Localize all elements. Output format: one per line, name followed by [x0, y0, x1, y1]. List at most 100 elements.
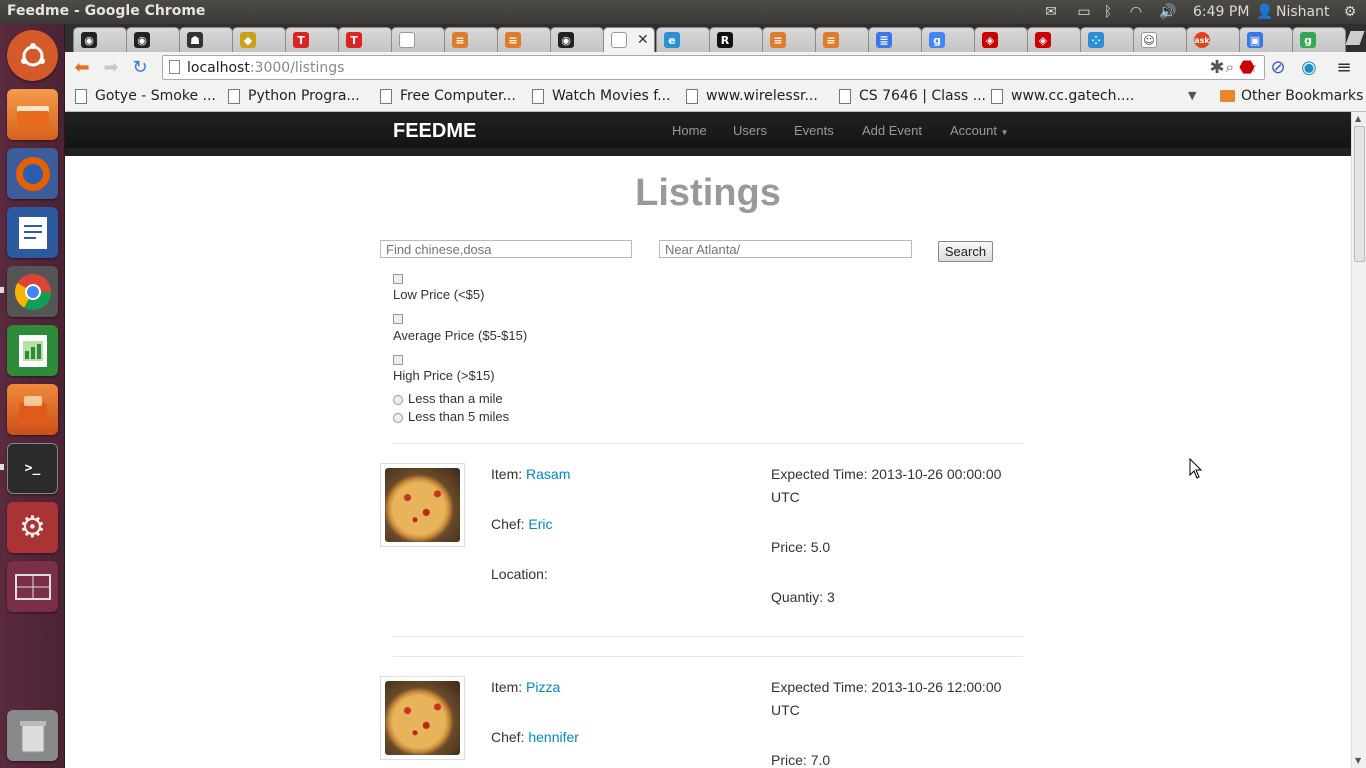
mouse-cursor-icon: [1189, 458, 1203, 479]
tab-active[interactable]: ✕: [603, 27, 655, 52]
chrome-icon[interactable]: [7, 266, 58, 317]
forward-button[interactable]: ➡: [99, 56, 123, 78]
page-icon: [686, 88, 698, 104]
listing-thumbnail[interactable]: [380, 463, 465, 547]
close-tab-icon[interactable]: ✕: [637, 32, 649, 48]
high-price-label: High Price (>$15): [393, 368, 495, 383]
tab-github-2[interactable]: ◉: [126, 27, 180, 52]
tab-6[interactable]: T: [338, 27, 392, 52]
tab-22[interactable]: ▣: [1239, 27, 1293, 52]
calc-icon[interactable]: [7, 325, 58, 376]
scroll-down-icon[interactable]: ▼: [1355, 756, 1361, 765]
nav-add-event[interactable]: Add Event: [862, 123, 922, 138]
listing-thumbnail[interactable]: [380, 676, 465, 760]
item-link[interactable]: Pizza: [526, 679, 560, 695]
reload-button[interactable]: ↻: [128, 56, 152, 78]
tab-23[interactable]: g: [1292, 27, 1346, 52]
back-button[interactable]: ⬅: [70, 56, 94, 78]
google-plus-icon: g: [1300, 32, 1316, 48]
chevron-down-icon[interactable]: ▼: [1188, 89, 1196, 102]
tab-20[interactable]: ☺: [1133, 27, 1187, 52]
files-icon[interactable]: [7, 89, 58, 140]
high-price-checkbox[interactable]: [393, 355, 403, 365]
tab-github-3[interactable]: ◉: [550, 27, 604, 52]
extension-bug-icon[interactable]: ✱: [1205, 56, 1229, 78]
scrollbar-thumb[interactable]: [1354, 126, 1365, 262]
tab-18[interactable]: ◈: [1027, 27, 1081, 52]
folder-icon: [1220, 90, 1235, 102]
session-gear-icon[interactable]: ⚙: [1340, 3, 1360, 21]
listing-chef: Chef: hennifer: [491, 729, 579, 745]
bluetooth-icon[interactable]: ᛒ: [1101, 3, 1115, 21]
tab-9[interactable]: ≡: [497, 27, 551, 52]
chef-link[interactable]: Eric: [528, 516, 552, 532]
bookmark-item[interactable]: www.wirelessr...: [686, 88, 818, 104]
low-price-checkbox[interactable]: [393, 274, 403, 284]
github-icon: ◉: [134, 32, 150, 48]
tab-19[interactable]: ⁘: [1080, 27, 1134, 52]
tab-5[interactable]: T: [285, 27, 339, 52]
bookmark-item[interactable]: Watch Movies f...: [532, 88, 670, 104]
page-scrollbar[interactable]: ▲ ▼: [1351, 112, 1366, 768]
ubuntu-dash-icon[interactable]: [7, 30, 58, 81]
listing-chef: Chef: Eric: [491, 516, 553, 532]
find-input[interactable]: [380, 240, 632, 258]
average-price-checkbox[interactable]: [393, 314, 403, 324]
nav-account[interactable]: Account ▼: [950, 123, 1009, 138]
tab-3[interactable]: ☗: [179, 27, 233, 52]
user-name[interactable]: Nishant: [1276, 3, 1329, 21]
tab-github-1[interactable]: ◉: [73, 27, 127, 52]
chef-link[interactable]: hennifer: [528, 729, 579, 745]
tab-8[interactable]: ≡: [444, 27, 498, 52]
divider: [393, 636, 1023, 637]
tab-17[interactable]: ◈: [974, 27, 1028, 52]
bookmark-item[interactable]: Python Progra...: [228, 88, 360, 104]
nav-home[interactable]: Home: [672, 123, 707, 138]
trash-icon[interactable]: [7, 710, 58, 761]
wifi-icon[interactable]: ◠: [1125, 3, 1147, 21]
firefox-icon[interactable]: [7, 148, 58, 199]
writer-icon[interactable]: [7, 207, 58, 258]
other-bookmarks[interactable]: Other Bookmarks: [1220, 88, 1363, 104]
extension-round-icon[interactable]: ◉: [1297, 56, 1321, 78]
near-input[interactable]: [659, 240, 912, 258]
pizza-image: [385, 468, 460, 542]
scroll-up-icon[interactable]: ▲: [1355, 114, 1361, 123]
adblock-icon[interactable]: ⬣: [1235, 56, 1259, 78]
nav-users[interactable]: Users: [733, 123, 767, 138]
distance-1-radio[interactable]: [393, 395, 403, 405]
new-tab-button[interactable]: [1345, 31, 1365, 45]
tab-14[interactable]: ≡: [815, 27, 869, 52]
tab-12[interactable]: R: [709, 27, 763, 52]
search-button[interactable]: Search: [938, 241, 993, 262]
system-settings-icon[interactable]: ⚙: [7, 502, 58, 553]
tab-4[interactable]: ◆: [232, 27, 286, 52]
bookmark-item[interactable]: Gotye - Smoke ...: [75, 88, 216, 104]
bookmark-item[interactable]: www.cc.gatech....: [991, 88, 1134, 104]
page-viewport: FEEDME Home Users Events Add Event Accou…: [65, 112, 1351, 768]
nav-events[interactable]: Events: [794, 123, 834, 138]
tab-21[interactable]: ask: [1186, 27, 1240, 52]
volume-icon[interactable]: 🔊: [1157, 3, 1179, 21]
tab-13[interactable]: ≡: [762, 27, 816, 52]
tab-16[interactable]: g: [921, 27, 975, 52]
tab-11[interactable]: e: [656, 27, 710, 52]
item-link[interactable]: Rasam: [526, 466, 570, 482]
software-center-icon[interactable]: [7, 384, 58, 435]
battery-icon[interactable]: ▭: [1073, 3, 1095, 21]
brand-logo[interactable]: FEEDME: [393, 120, 476, 143]
block-icon[interactable]: ⊘: [1266, 56, 1290, 78]
listing-price: Price: 5.0: [771, 539, 831, 555]
mail-icon[interactable]: ✉: [1041, 3, 1061, 21]
bookmark-item[interactable]: Free Computer...: [380, 88, 516, 104]
bookmark-item[interactable]: CS 7646 | Class ...: [839, 88, 986, 104]
tab-7[interactable]: [391, 27, 445, 52]
clock[interactable]: 6:49 PM: [1193, 3, 1249, 21]
address-bar[interactable]: localhost:3000/listings ⌕ ☆: [162, 55, 1265, 80]
terminal-icon[interactable]: >_: [7, 443, 58, 494]
workspace-switcher-icon[interactable]: [7, 561, 58, 612]
url-host: localhost: [187, 60, 250, 76]
tab-15[interactable]: ≣: [868, 27, 922, 52]
distance-5-radio[interactable]: [393, 413, 403, 423]
menu-icon[interactable]: ≡: [1332, 56, 1356, 78]
